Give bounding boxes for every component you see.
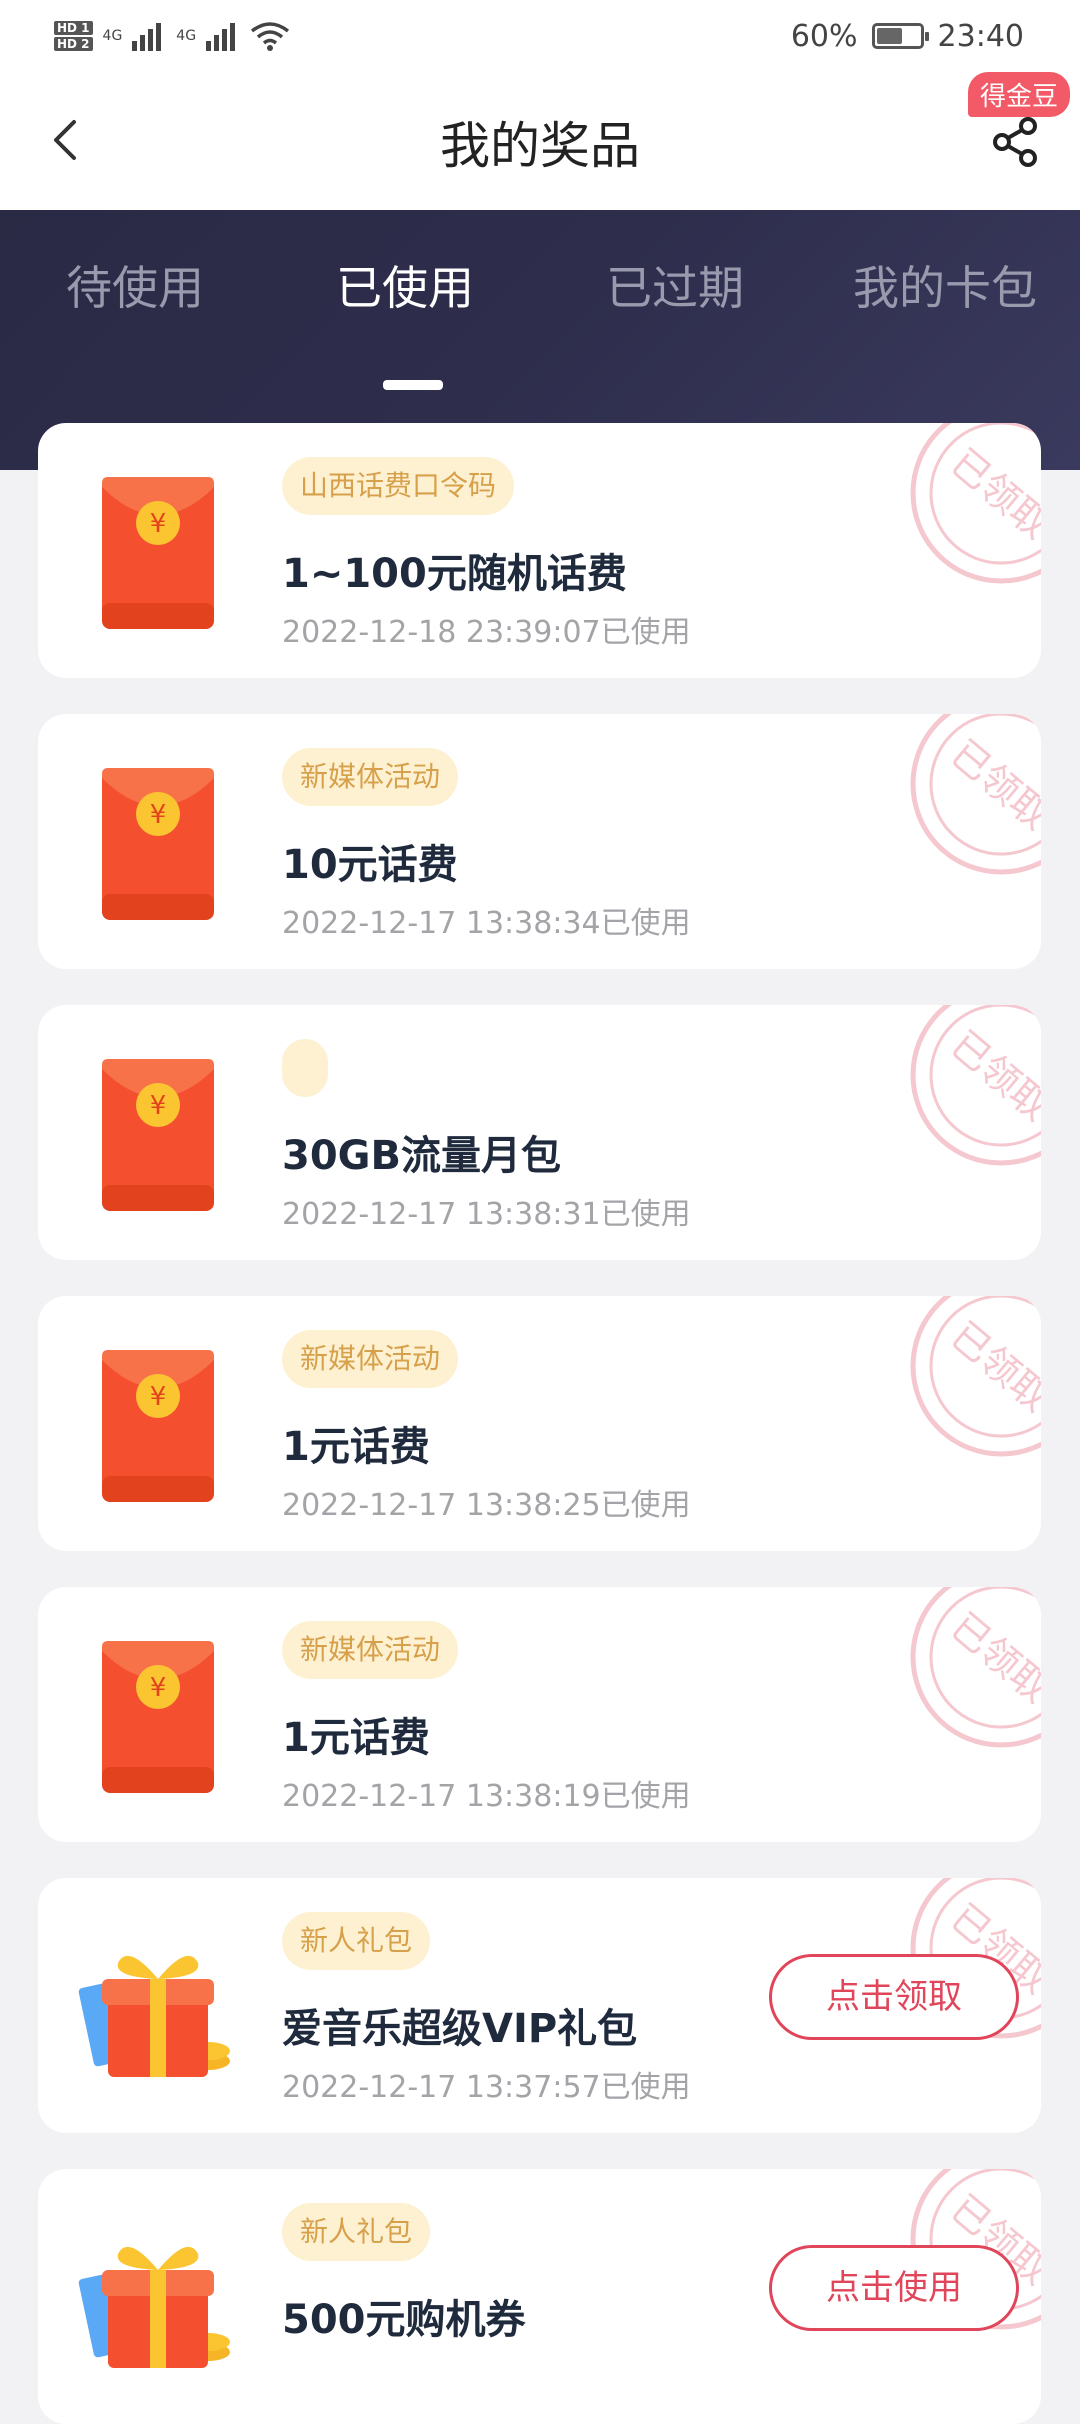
prize-name: 30GB流量月包: [282, 1133, 561, 1179]
prize-name: 1~100元随机话费: [282, 551, 627, 597]
status-right: 60% 23:40: [791, 14, 1024, 58]
stamp-text: 已领取: [943, 1604, 1041, 1711]
prize-card[interactable]: ¥ 山西话费口令码 1~100元随机话费 2022-12-18 23:39:07已使…: [38, 423, 1041, 678]
tab-used[interactable]: 已使用: [336, 252, 474, 318]
clock: 23:40: [937, 18, 1024, 54]
battery-fill: [876, 28, 902, 44]
status-bar: HD 1 HD 2 4G 4G 60% 23:40: [0, 0, 1080, 72]
svg-text:¥: ¥: [150, 1382, 167, 1412]
prize-used-time: 2022-12-17 13:37:57已使用: [282, 2070, 691, 2105]
tab-pending[interactable]: 待使用: [66, 252, 204, 318]
active-tab-indicator: [383, 380, 443, 390]
red-envelope-icon: ¥: [102, 768, 214, 920]
prize-card[interactable]: ¥ 30GB流量月包 2022-12-17 13:38:31已使用 已领取: [38, 1005, 1041, 1260]
claimed-stamp-icon: 已领取: [910, 1296, 1041, 1457]
prize-tag: 新媒体活动: [282, 1330, 459, 1388]
battery-percent: 60%: [790, 18, 858, 54]
stamp-text: 已领取: [943, 731, 1041, 838]
share-icon[interactable]: [986, 112, 1046, 172]
prize-used-time: 2022-12-17 13:38:31已使用: [282, 1197, 691, 1232]
prize-tag: 新媒体活动: [282, 748, 459, 806]
battery-icon: [871, 23, 929, 49]
gift-box-icon: [78, 2246, 230, 2368]
svg-text:¥: ¥: [150, 509, 167, 539]
prize-used-time: 2022-12-17 13:38:19已使用: [282, 1779, 691, 1814]
prize-tag: [282, 1039, 328, 1097]
hd-indicator: HD 1 HD 2: [54, 21, 93, 51]
prize-tag: 山西话费口令码: [282, 457, 515, 515]
app-header: 我的奖品 得金豆: [0, 72, 1080, 210]
svg-text:¥: ¥: [150, 800, 167, 830]
network-type-2: 4G: [176, 28, 197, 44]
prize-tag: 新人礼包: [282, 1912, 431, 1970]
gold-bean-badge[interactable]: 得金豆: [967, 72, 1070, 117]
svg-text:¥: ¥: [150, 1091, 167, 1121]
prize-used-time: 2022-12-17 13:38:34已使用: [282, 906, 691, 941]
prize-name: 1元话费: [282, 1424, 430, 1470]
stamp-text: 已领取: [943, 1313, 1041, 1420]
prize-action-button[interactable]: 点击使用: [769, 2245, 1019, 2331]
status-left: HD 1 HD 2 4G 4G: [54, 14, 290, 58]
prize-card[interactable]: ¥ 新媒体活动 1元话费 2022-12-17 13:38:25已使用 已领取: [38, 1296, 1041, 1551]
prize-card[interactable]: 新人礼包 爱音乐超级VIP礼包 2022-12-17 13:37:57已使用 已领取…: [38, 1878, 1041, 2133]
claimed-stamp-icon: 已领取: [910, 714, 1041, 875]
page-title: 我的奖品: [440, 117, 640, 175]
prize-used-time: 2022-12-17 13:38:25已使用: [282, 1488, 691, 1523]
tab-expired[interactable]: 已过期: [606, 252, 744, 318]
gift-box-icon: [78, 1955, 230, 2077]
stamp-text: 已领取: [943, 440, 1041, 547]
prize-card[interactable]: ¥ 新媒体活动 10元话费 2022-12-17 13:38:34已使用 已领取: [38, 714, 1041, 969]
prize-used-time: 2022-12-18 23:39:07已使用: [282, 615, 691, 650]
hd1-label: HD 1: [54, 21, 93, 35]
hd2-label: HD 2: [54, 37, 93, 51]
prize-tag: 新媒体活动: [282, 1621, 459, 1679]
tab-bar: 待使用 已使用 已过期 我的卡包: [0, 252, 1080, 390]
red-envelope-icon: ¥: [102, 1059, 214, 1211]
tab-card-wallet[interactable]: 我的卡包: [853, 252, 1037, 318]
prize-name: 1元话费: [282, 1715, 430, 1761]
prize-tag: 新人礼包: [282, 2203, 431, 2261]
prize-name: 500元购机券: [282, 2297, 526, 2343]
signal-icon: [132, 23, 162, 51]
network-type-1: 4G: [102, 28, 123, 44]
stamp-text: 已领取: [943, 1022, 1041, 1129]
claimed-stamp-icon: 已领取: [910, 423, 1041, 584]
prize-card[interactable]: 新人礼包 500元购机券 已领取 点击使用: [38, 2169, 1041, 2424]
prize-action-button[interactable]: 点击领取: [769, 1954, 1019, 2040]
prize-name: 10元话费: [282, 842, 458, 888]
signal-icon-2: [206, 23, 236, 51]
claimed-stamp-icon: 已领取: [910, 1587, 1041, 1748]
prize-name: 爱音乐超级VIP礼包: [282, 2006, 638, 2052]
svg-text:¥: ¥: [150, 1673, 167, 1703]
red-envelope-icon: ¥: [102, 1350, 214, 1502]
wifi-icon: [250, 22, 290, 51]
red-envelope-icon: ¥: [102, 1641, 214, 1793]
prize-card[interactable]: ¥ 新媒体活动 1元话费 2022-12-17 13:38:19已使用 已领取: [38, 1587, 1041, 1842]
red-envelope-icon: ¥: [102, 477, 214, 629]
claimed-stamp-icon: 已领取: [910, 1005, 1041, 1166]
